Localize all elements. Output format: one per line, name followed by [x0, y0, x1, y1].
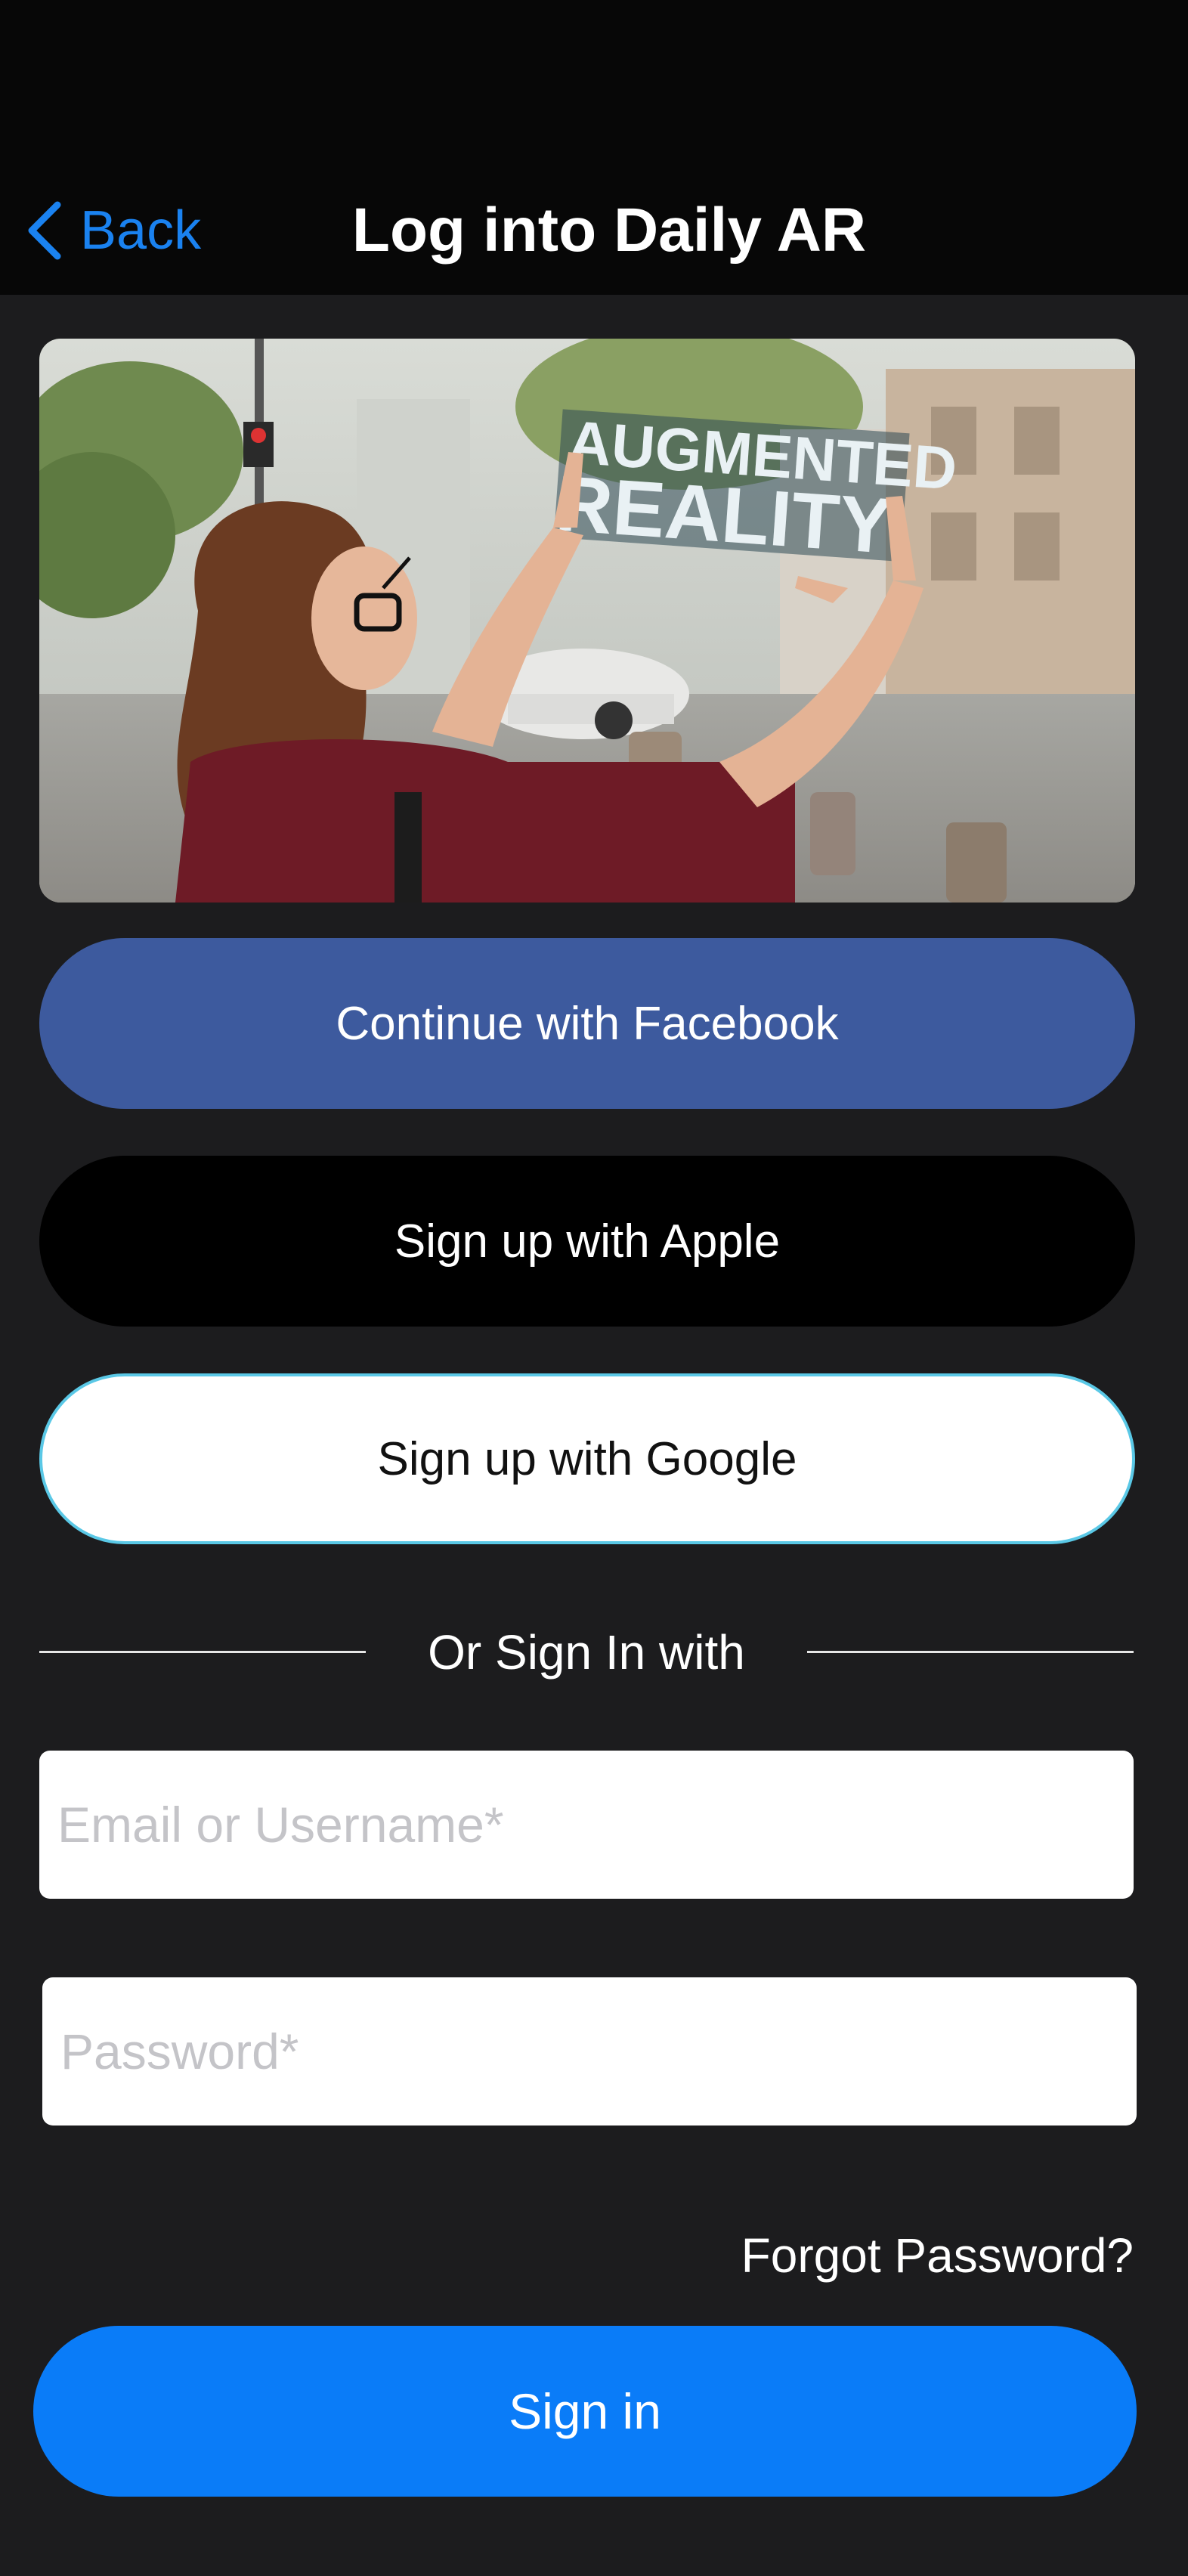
sign-up-with-google-button[interactable]: Sign up with Google	[39, 1373, 1135, 1544]
sign-in-button[interactable]: Sign in	[33, 2326, 1137, 2497]
divider-line-left	[39, 1651, 366, 1653]
page-title: Log into Daily AR	[351, 196, 867, 265]
sign-up-with-apple-button[interactable]: Sign up with Apple	[39, 1156, 1135, 1327]
divider-text: Or Sign In with	[428, 1625, 745, 1680]
continue-with-facebook-button[interactable]: Continue with Facebook	[39, 938, 1135, 1109]
hero-image: AUGMENTED REALITY	[39, 339, 1135, 903]
email-field[interactable]	[39, 1751, 1134, 1899]
divider-line-right	[807, 1651, 1134, 1653]
forgot-password-link[interactable]: Forgot Password?	[741, 2224, 1134, 2287]
nav-header: Back Log into Daily AR	[0, 0, 1188, 295]
password-field[interactable]	[42, 1977, 1137, 2126]
